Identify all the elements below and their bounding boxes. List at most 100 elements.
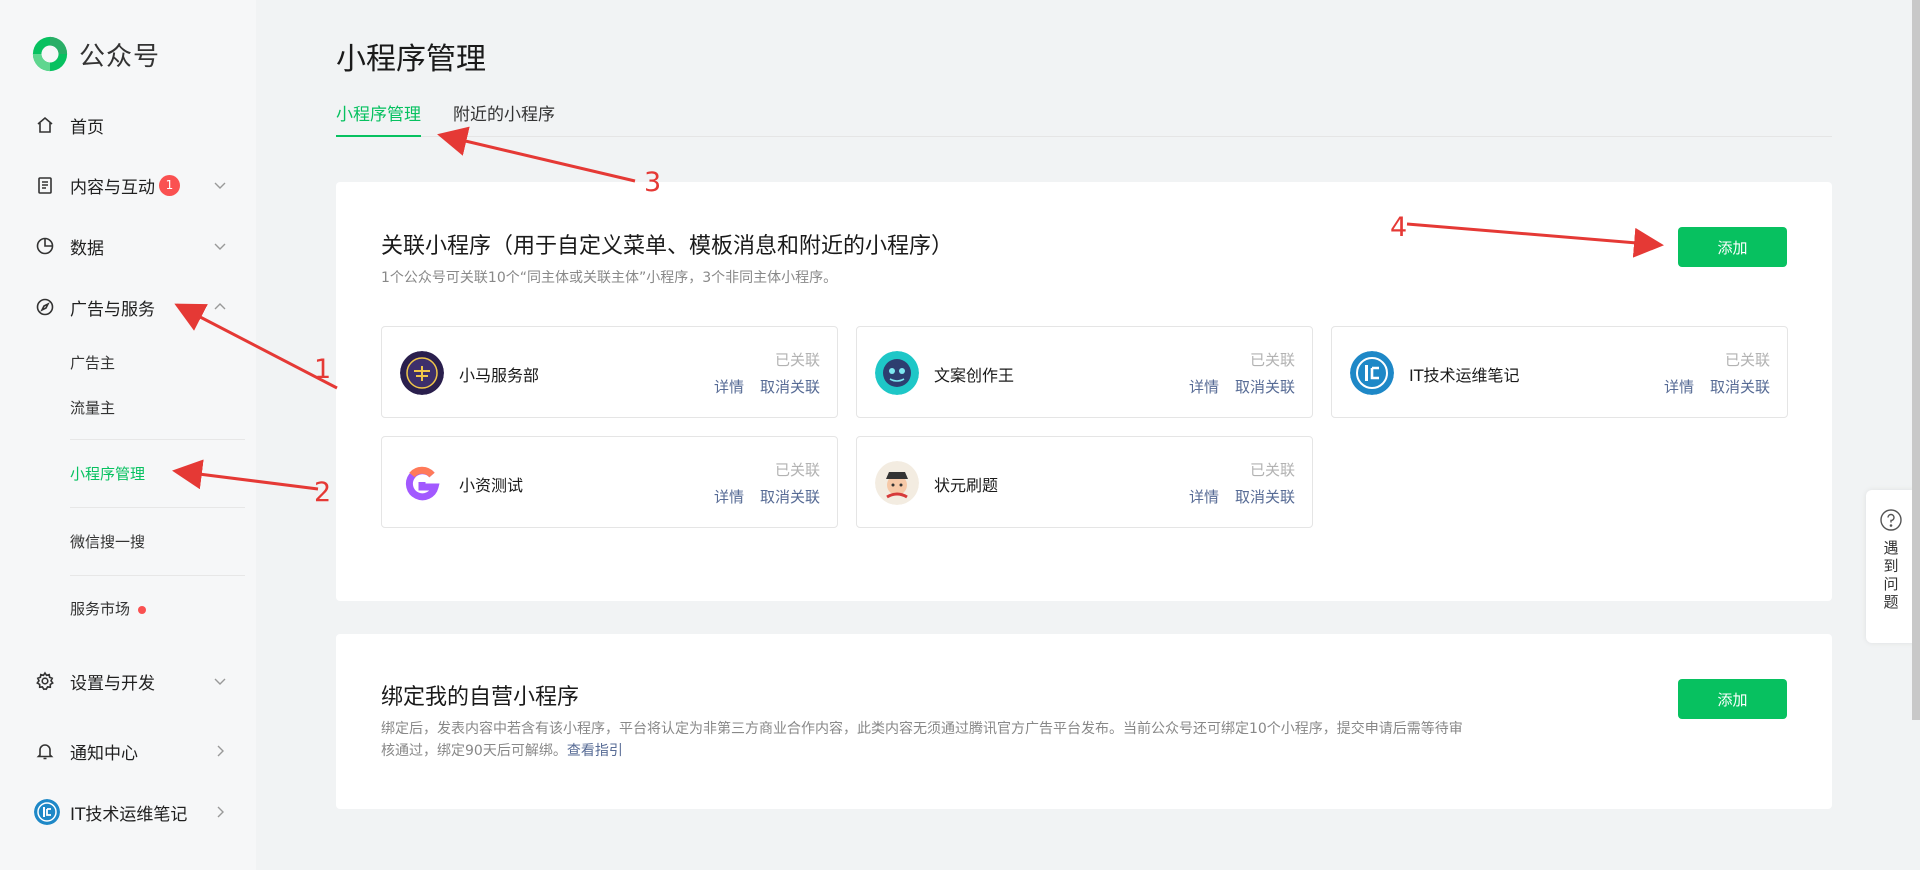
- sidebar-item-ads-services[interactable]: 广告与服务: [34, 292, 228, 322]
- help-label: 遇到问题: [1881, 540, 1900, 612]
- sidebar-item-label: 设置与开发: [70, 673, 155, 694]
- detail-link[interactable]: 详情: [1189, 488, 1219, 506]
- chart-pie-icon: [34, 235, 56, 257]
- description-text: 核通过，绑定90天后可解绑。: [381, 743, 567, 759]
- sidebar-item-account[interactable]: IT技术运维笔记: [34, 797, 228, 827]
- section-description: 1个公众号可关联10个“同主体或关联主体”小程序，3个非同主体小程序。: [381, 270, 838, 286]
- sidebar-item-label: 通知中心: [70, 743, 138, 764]
- section-title: 绑定我的自营小程序: [381, 685, 580, 710]
- compass-icon: [34, 296, 56, 318]
- sidebar-subitem-traffic-owner[interactable]: 流量主: [70, 397, 115, 418]
- notification-badge: 1: [159, 174, 180, 196]
- sidebar-subitem-advertiser[interactable]: 广告主: [70, 352, 115, 373]
- miniprogram-avatar: [400, 351, 444, 395]
- sidebar-item-label: 服务市场: [70, 600, 131, 618]
- annotation-arrow-3: [437, 126, 636, 183]
- view-guide-link[interactable]: 查看指引: [567, 743, 623, 759]
- miniprogram-actions: 详情 取消关联: [1189, 376, 1295, 397]
- miniprogram-actions: 详情 取消关联: [1664, 376, 1770, 397]
- unlink-link[interactable]: 取消关联: [1235, 488, 1295, 506]
- bell-icon: [34, 740, 56, 762]
- detail-link[interactable]: 详情: [1189, 378, 1219, 396]
- miniprogram-item: 小资测试 已关联 详情 取消关联: [381, 436, 838, 528]
- chevron-up-icon: [214, 303, 226, 310]
- sidebar: 公众号 首页 内容与互动 1 数据 广告与服务 广告主 流量主 小程序管理 微信…: [0, 0, 256, 870]
- account-avatar: [34, 799, 60, 825]
- question-circle-icon: [1880, 509, 1902, 531]
- divider: [70, 575, 245, 576]
- wechat-official-logo-icon: [32, 36, 68, 72]
- miniprogram-name: 小资测试: [459, 476, 524, 495]
- description-line: 核通过，绑定90天后可解绑。查看指引: [381, 740, 1463, 762]
- link-status: 已关联: [1249, 461, 1295, 479]
- miniprogram-avatar: [400, 461, 444, 505]
- miniprogram-actions: 详情 取消关联: [714, 486, 820, 507]
- divider: [70, 439, 245, 440]
- logo[interactable]: 公众号: [31, 34, 160, 74]
- link-status: 已关联: [1249, 351, 1295, 369]
- section-description: 绑定后，发表内容中若含有该小程序，平台将认定为非第三方商业合作内容，此类内容无须…: [381, 718, 1463, 762]
- document-icon: [34, 174, 56, 196]
- sidebar-subitem-wechat-search[interactable]: 微信搜一搜: [70, 531, 145, 552]
- miniprogram-name: 文案创作王: [934, 366, 1015, 385]
- sidebar-item-label: 首页: [70, 117, 104, 138]
- annotation-label-2: 2: [314, 477, 332, 508]
- section-title: 关联小程序（用于自定义菜单、模板消息和附近的小程序）: [381, 234, 954, 259]
- unlink-link[interactable]: 取消关联: [760, 378, 820, 396]
- sidebar-item-home[interactable]: 首页: [34, 110, 228, 140]
- sidebar-item-content[interactable]: 内容与互动 1: [34, 170, 228, 200]
- link-status: 已关联: [774, 461, 820, 479]
- chevron-right-icon: [217, 745, 224, 757]
- link-status: 已关联: [774, 351, 820, 369]
- unlink-link[interactable]: 取消关联: [760, 488, 820, 506]
- page-title: 小程序管理: [336, 42, 486, 77]
- linked-miniprograms-card: 关联小程序（用于自定义菜单、模板消息和附近的小程序） 1个公众号可关联10个“同…: [336, 182, 1832, 601]
- scrollbar[interactable]: [1912, 0, 1920, 720]
- sidebar-item-notifications[interactable]: 通知中心: [34, 736, 228, 766]
- miniprogram-actions: 详情 取消关联: [1189, 486, 1295, 507]
- tab-nearby-miniprogram[interactable]: 附近的小程序: [453, 100, 555, 135]
- detail-link[interactable]: 详情: [1664, 378, 1694, 396]
- detail-link[interactable]: 详情: [714, 378, 744, 396]
- tab-miniprogram-management[interactable]: 小程序管理: [336, 100, 421, 137]
- annotation-label-3: 3: [644, 167, 662, 198]
- logo-text: 公众号: [79, 41, 161, 72]
- description-line: 绑定后，发表内容中若含有该小程序，平台将认定为非第三方商业合作内容，此类内容无须…: [381, 721, 1463, 737]
- chevron-right-icon: [217, 806, 224, 818]
- link-status: 已关联: [1724, 351, 1770, 369]
- sidebar-item-settings-dev[interactable]: 设置与开发: [34, 666, 228, 696]
- chevron-down-icon: [214, 243, 226, 250]
- divider: [70, 507, 245, 508]
- unlink-link[interactable]: 取消关联: [1235, 378, 1295, 396]
- add-linked-button[interactable]: 添加: [1678, 227, 1787, 267]
- gear-icon: [34, 670, 56, 692]
- sidebar-item-label: IT技术运维笔记: [70, 804, 188, 825]
- miniprogram-item: 小马服务部 已关联 详情 取消关联: [381, 326, 838, 418]
- sidebar-item-label: 广告与服务: [70, 299, 155, 320]
- miniprogram-name: 小马服务部: [459, 366, 540, 385]
- sidebar-subitem-service-market[interactable]: 服务市场: [70, 598, 147, 619]
- new-dot: [138, 605, 147, 614]
- annotation-label-4: 4: [1390, 212, 1408, 243]
- miniprogram-item: 状元刷题 已关联 详情 取消关联: [856, 436, 1313, 528]
- chevron-down-icon: [214, 678, 226, 685]
- sidebar-item-label: 数据: [70, 238, 104, 259]
- tab-bar: 小程序管理 附近的小程序: [336, 100, 1832, 137]
- miniprogram-avatar: [875, 461, 919, 505]
- miniprogram-avatar: [1350, 351, 1394, 395]
- miniprogram-name: IT技术运维笔记: [1409, 366, 1520, 385]
- detail-link[interactable]: 详情: [714, 488, 744, 506]
- miniprogram-avatar: [875, 351, 919, 395]
- help-float-button[interactable]: 遇到问题: [1866, 490, 1916, 643]
- unlink-link[interactable]: 取消关联: [1710, 378, 1770, 396]
- miniprogram-item: 文案创作王 已关联 详情 取消关联: [856, 326, 1313, 418]
- sidebar-item-label: 内容与互动: [70, 177, 155, 198]
- miniprogram-name: 状元刷题: [934, 476, 999, 495]
- miniprogram-item: IT技术运维笔记 已关联 详情 取消关联: [1331, 326, 1788, 418]
- annotation-label-1: 1: [314, 354, 332, 385]
- sidebar-item-data[interactable]: 数据: [34, 231, 228, 261]
- sidebar-subitem-miniprogram[interactable]: 小程序管理: [70, 463, 145, 484]
- add-bound-button[interactable]: 添加: [1678, 679, 1787, 719]
- bound-miniprogram-card: 绑定我的自营小程序 绑定后，发表内容中若含有该小程序，平台将认定为非第三方商业合…: [336, 634, 1832, 809]
- home-icon: [34, 114, 56, 136]
